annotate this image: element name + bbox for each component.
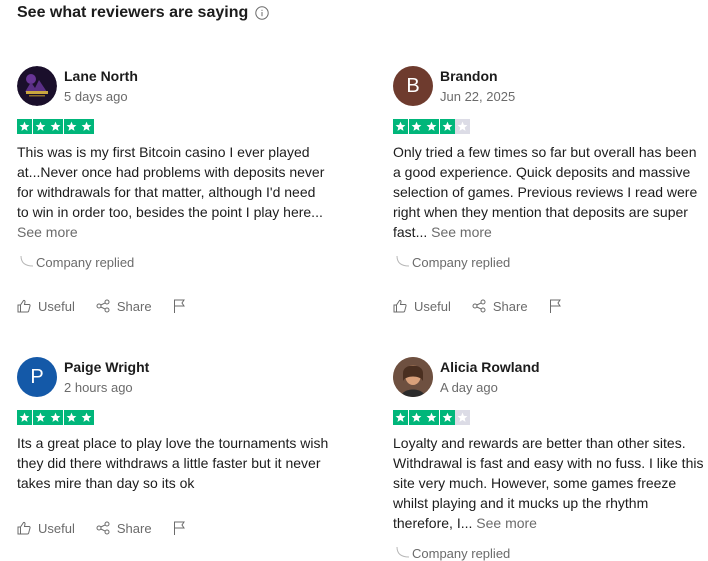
see-more-link[interactable]: See more	[17, 224, 78, 240]
review-date: A day ago	[440, 379, 498, 395]
star-rating	[17, 119, 337, 134]
reply-arrow-icon	[20, 255, 34, 267]
section-heading: See what reviewers are saying	[17, 4, 269, 22]
avatar-image-icon	[17, 66, 57, 106]
useful-button[interactable]: Useful	[17, 521, 75, 536]
review-card-brandon: B Brandon Jun 22, 2025 Only tried a few …	[393, 65, 708, 271]
useful-label: Useful	[38, 520, 75, 536]
star-filled-icon	[63, 119, 79, 134]
star-rating	[393, 119, 708, 134]
review-actions: Useful Share	[17, 297, 207, 315]
star-filled-icon	[408, 410, 424, 425]
star-filled-icon	[408, 119, 424, 134]
review-card-alicia-rowland: Alicia Rowland A day ago Loyalty and rew…	[393, 356, 708, 561]
reply-arrow-icon	[396, 546, 410, 558]
flag-icon	[173, 521, 185, 535]
flag-icon	[549, 299, 561, 313]
share-label: Share	[492, 298, 528, 314]
review-card-lane-north: Lane North 5 days ago This was is my fir…	[17, 65, 337, 271]
star-filled-icon	[48, 410, 63, 425]
star-filled-icon	[17, 119, 32, 134]
star-rating	[17, 410, 337, 425]
avatar[interactable]: B	[393, 66, 433, 106]
star-filled-icon	[48, 119, 63, 134]
company-replied-label: Company replied	[36, 254, 135, 270]
share-icon	[96, 521, 110, 535]
thumbs-up-icon	[17, 521, 31, 535]
avatar-photo-icon	[393, 357, 433, 397]
report-flag-button[interactable]	[173, 299, 186, 313]
thumbs-up-icon	[17, 299, 31, 313]
useful-label: Useful	[414, 298, 451, 314]
star-filled-icon	[79, 410, 94, 425]
reviewer-name[interactable]: Paige Wright	[64, 359, 149, 376]
share-button[interactable]: Share	[472, 299, 528, 314]
review-actions: Useful Share	[393, 297, 583, 315]
share-label: Share	[116, 520, 152, 536]
reply-arrow-icon	[396, 255, 410, 267]
star-rating	[393, 410, 708, 425]
company-replied-label: Company replied	[412, 545, 511, 561]
share-icon	[96, 299, 110, 313]
share-label: Share	[116, 298, 152, 314]
star-filled-icon	[63, 410, 79, 425]
review-text: Loyalty and rewards are better than othe…	[393, 435, 704, 531]
company-replied-label: Company replied	[412, 254, 511, 270]
review-date: 2 hours ago	[64, 379, 133, 395]
star-empty-icon	[455, 119, 470, 134]
share-button[interactable]: Share	[96, 521, 152, 536]
review-actions: Useful Share	[17, 519, 207, 537]
info-icon[interactable]	[255, 6, 269, 20]
star-filled-icon	[439, 119, 455, 134]
star-filled-icon	[393, 119, 408, 134]
company-replied[interactable]: Company replied	[17, 253, 337, 271]
useful-label: Useful	[38, 298, 75, 314]
reviewer-name[interactable]: Brandon	[440, 68, 515, 85]
star-empty-icon	[455, 410, 470, 425]
review-date: 5 days ago	[64, 88, 128, 104]
star-filled-icon	[424, 119, 439, 134]
company-replied[interactable]: Company replied	[393, 253, 708, 271]
avatar-initial: B	[406, 74, 420, 97]
see-more-link[interactable]: See more	[476, 515, 537, 531]
star-filled-icon	[424, 410, 439, 425]
report-flag-button[interactable]	[173, 521, 186, 535]
review-card-paige-wright: P Paige Wright 2 hours ago Its a great p…	[17, 356, 337, 493]
share-button[interactable]: Share	[96, 299, 152, 314]
reviewer-name[interactable]: Alicia Rowland	[440, 359, 540, 376]
avatar[interactable]: P	[17, 357, 57, 397]
review-text: Its a great place to play love the tourn…	[17, 435, 329, 491]
star-filled-icon	[79, 119, 94, 134]
review-text: This was is my first Bitcoin casino I ev…	[17, 144, 325, 240]
see-more-link[interactable]: See more	[431, 224, 492, 240]
star-filled-icon	[393, 410, 408, 425]
useful-button[interactable]: Useful	[393, 299, 451, 314]
section-title: See what reviewers are saying	[17, 4, 249, 21]
share-icon	[472, 299, 486, 313]
flag-icon	[173, 299, 185, 313]
thumbs-up-icon	[393, 299, 407, 313]
company-replied[interactable]: Company replied	[393, 544, 708, 561]
review-date: Jun 22, 2025	[440, 88, 516, 104]
star-filled-icon	[17, 410, 32, 425]
star-filled-icon	[32, 119, 48, 134]
reviewer-name[interactable]: Lane North	[64, 68, 138, 85]
avatar[interactable]	[393, 357, 433, 397]
star-filled-icon	[439, 410, 455, 425]
useful-button[interactable]: Useful	[17, 299, 75, 314]
avatar[interactable]	[17, 66, 57, 106]
review-text: Only tried a few times so far but overal…	[393, 144, 698, 240]
report-flag-button[interactable]	[549, 299, 562, 313]
star-filled-icon	[32, 410, 48, 425]
avatar-initial: P	[30, 365, 44, 388]
